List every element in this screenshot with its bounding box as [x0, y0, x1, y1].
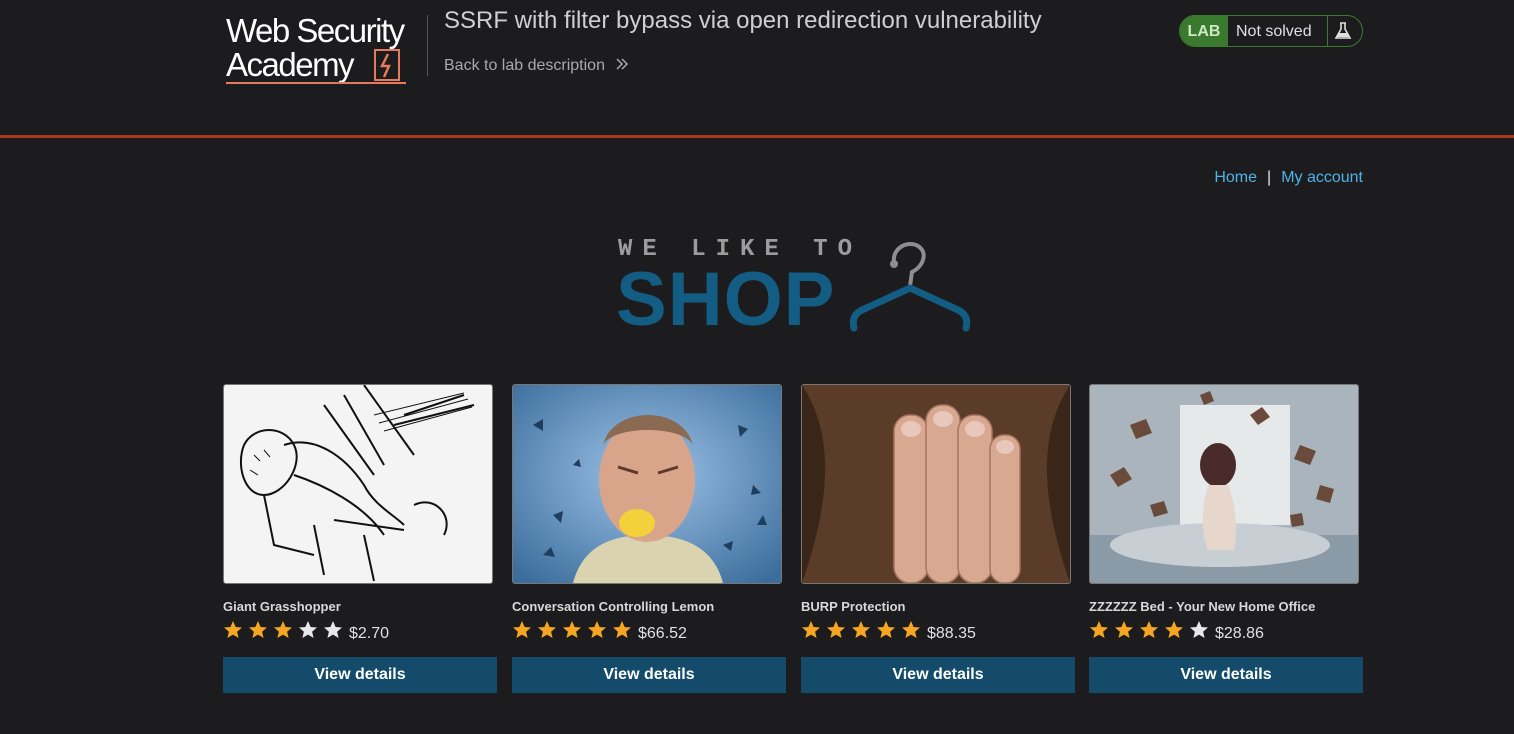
logo-text-line2: Academy — [226, 46, 355, 83]
star-rating — [1089, 618, 1214, 642]
star-empty-icon — [324, 621, 342, 638]
logo-underline — [226, 82, 406, 84]
star-filled-icon — [563, 621, 581, 638]
product-image — [801, 384, 1071, 584]
star-filled-icon — [249, 621, 267, 638]
star-filled-icon — [827, 621, 845, 638]
star-filled-icon — [538, 621, 556, 638]
product-image — [512, 384, 782, 584]
product-name: BURP Protection — [801, 599, 906, 614]
star-filled-icon — [224, 621, 242, 638]
header-divider — [427, 15, 428, 76]
view-details-button[interactable]: View details — [801, 657, 1075, 693]
star-filled-icon — [588, 621, 606, 638]
star-rating — [223, 618, 348, 642]
web-security-academy-logo[interactable]: Web Security Academy — [224, 12, 424, 86]
product-price: $2.70 — [349, 625, 390, 642]
product-name: ZZZZZZ Bed - Your New Home Office — [1089, 599, 1316, 614]
home-link[interactable]: Home — [1214, 169, 1257, 186]
star-filled-icon — [274, 621, 292, 638]
star-empty-icon — [299, 621, 317, 638]
logo-bolt-icon — [374, 49, 400, 81]
banner-shop-title: SHOP — [616, 257, 836, 342]
product-image — [223, 384, 493, 584]
logo-text-line1: Web Security — [226, 12, 405, 49]
lab-badge: LAB — [1180, 16, 1228, 46]
lab-status-separator — [1327, 16, 1328, 46]
lab-status-text: Not solved — [1236, 23, 1312, 40]
star-filled-icon — [1090, 621, 1108, 638]
star-rating — [801, 618, 926, 642]
shop-banner: WE LIKE TO SHOP — [616, 236, 976, 342]
lab-header: Web Security Academy SSRF with filter by… — [0, 0, 1514, 135]
product-image — [1089, 384, 1359, 584]
my-account-link[interactable]: My account — [1281, 169, 1363, 186]
product-price: $28.86 — [1215, 625, 1264, 642]
header-accent-rule — [0, 135, 1514, 138]
top-nav: Home | My account — [1214, 169, 1363, 187]
star-filled-icon — [1115, 621, 1133, 638]
product-price: $88.35 — [927, 625, 976, 642]
nav-separator: | — [1267, 169, 1272, 186]
star-filled-icon — [802, 621, 820, 638]
double-chevron-right-icon — [616, 58, 629, 70]
star-filled-icon — [1140, 621, 1158, 638]
view-details-button[interactable]: View details — [1089, 657, 1363, 693]
star-filled-icon — [1165, 621, 1183, 638]
star-rating — [512, 618, 637, 642]
flask-icon — [1334, 22, 1352, 39]
star-filled-icon — [613, 621, 631, 638]
lab-title: SSRF with filter bypass via open redirec… — [444, 7, 1042, 34]
view-details-button[interactable]: View details — [223, 657, 497, 693]
star-filled-icon — [877, 621, 895, 638]
product-price: $66.52 — [638, 625, 687, 642]
star-filled-icon — [902, 621, 920, 638]
star-filled-icon — [513, 621, 531, 638]
lab-status-widget: LAB Not solved — [1179, 15, 1363, 47]
view-details-button[interactable]: View details — [512, 657, 786, 693]
back-to-lab-description-link[interactable]: Back to lab description — [444, 57, 629, 75]
back-link-label: Back to lab description — [444, 57, 605, 74]
clothes-hanger-icon — [849, 242, 971, 332]
star-filled-icon — [852, 621, 870, 638]
product-name: Conversation Controlling Lemon — [512, 599, 715, 614]
product-name: Giant Grasshopper — [223, 599, 341, 614]
star-empty-icon — [1190, 621, 1208, 638]
